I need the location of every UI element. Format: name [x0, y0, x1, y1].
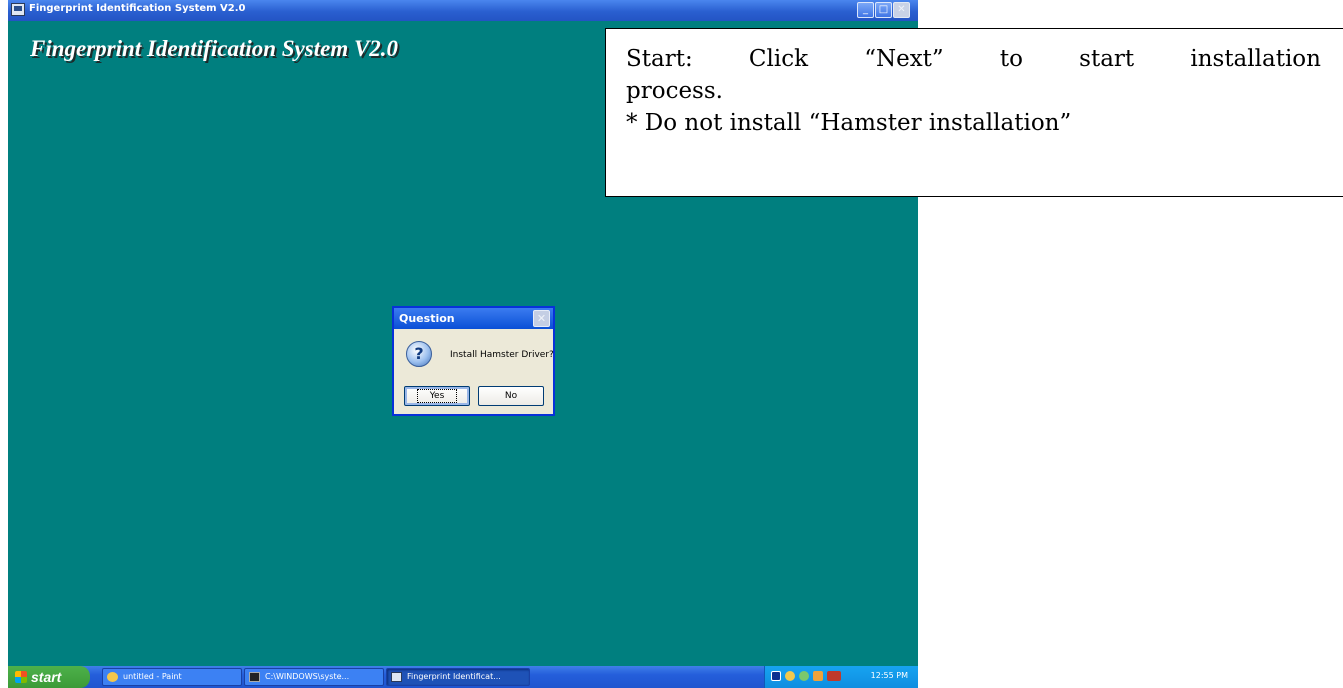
taskbar-item-label: untitled - Paint [123, 672, 182, 681]
taskbar-item-cmd[interactable]: C:\WINDOWS\syste... [244, 668, 384, 686]
windows-logo-icon [15, 671, 27, 683]
taskbar-item-label: Fingerprint Identificat... [407, 672, 501, 681]
callout-line-2: process. [626, 78, 723, 104]
system-tray: 12:55 PM [764, 666, 918, 688]
dialog-title: Question [399, 312, 455, 325]
tool-icon[interactable] [799, 671, 809, 681]
app-icon [391, 672, 402, 682]
question-dialog: Question ✕ ? Install Hamster Driver? Yes… [392, 306, 555, 416]
start-button[interactable]: start [8, 666, 90, 688]
yes-button-label: Yes [416, 389, 458, 403]
taskbar-item-paint[interactable]: untitled - Paint [102, 668, 242, 686]
media-icon[interactable] [771, 671, 781, 681]
dialog-titlebar[interactable]: Question ✕ [394, 308, 553, 329]
callout-line-1: Start: Click “Next” to start installatio… [626, 43, 1321, 75]
dialog-message: Install Hamster Driver? [450, 350, 554, 360]
callout-word: Start: [626, 46, 693, 72]
callout-word: start [1079, 46, 1135, 72]
clock: 12:55 PM [870, 671, 908, 680]
ati-icon[interactable] [827, 671, 841, 681]
callout-word: installation [1190, 46, 1321, 72]
app-banner-title: Fingerprint Identification System V2.0 [30, 36, 399, 61]
minimize-button[interactable]: _ [857, 2, 874, 18]
no-button[interactable]: No [478, 386, 544, 406]
window-title: Fingerprint Identification System V2.0 [29, 3, 246, 14]
cmd-icon [249, 672, 260, 682]
app-icon [11, 3, 25, 16]
callout-word: Click [748, 46, 809, 72]
window-titlebar[interactable]: Fingerprint Identification System V2.0 _… [8, 0, 918, 21]
taskbar-item-fingerprint[interactable]: Fingerprint Identificat... [386, 668, 530, 686]
start-label: start [31, 669, 62, 685]
paint-icon [107, 672, 118, 682]
shield-icon[interactable] [813, 671, 823, 681]
yes-button[interactable]: Yes [404, 386, 470, 406]
instruction-callout: Start: Click “Next” to start installatio… [605, 28, 1343, 197]
callout-word: “Next” [864, 46, 944, 72]
network-icon[interactable] [785, 671, 795, 681]
dialog-close-button[interactable]: ✕ [533, 310, 550, 327]
taskbar-item-label: C:\WINDOWS\syste... [265, 672, 350, 681]
callout-word: to [999, 46, 1023, 72]
callout-line-3: * Do not install “Hamster installation” [626, 110, 1072, 136]
close-button[interactable]: ✕ [893, 2, 910, 18]
maximize-button[interactable]: □ [875, 2, 892, 18]
question-icon: ? [406, 341, 432, 367]
taskbar: start untitled - Paint C:\WINDOWS\syste.… [8, 666, 918, 688]
